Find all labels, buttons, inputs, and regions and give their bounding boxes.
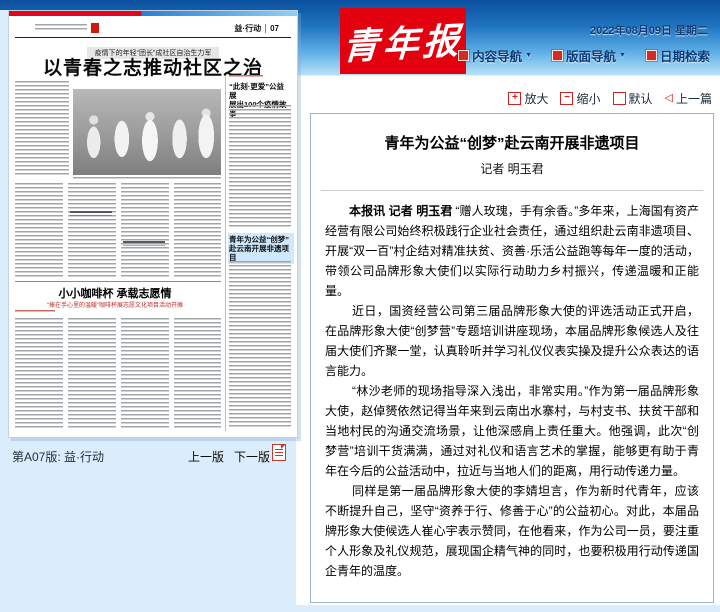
paragraph-text: “赠人玫瑰，手有余香。”多年来，上海国有资产经营有限公司始终积极践行企业社会责任… bbox=[325, 204, 699, 298]
newsprint-lines bbox=[15, 81, 69, 177]
coffee-article-headline: 小小咖啡杯 承载志愿情 bbox=[9, 285, 221, 301]
zoom-in-label: 放大 bbox=[524, 90, 548, 107]
newsprint-lines bbox=[174, 318, 221, 430]
newsprint-lines bbox=[15, 183, 63, 277]
nav-grid-icon bbox=[552, 50, 563, 61]
right-column-tagline bbox=[229, 75, 263, 79]
empty-box-icon bbox=[613, 92, 626, 105]
newsprint-lines bbox=[121, 318, 169, 430]
newsprint-lines bbox=[229, 105, 291, 229]
triangle-left-icon: ◁ bbox=[665, 93, 673, 104]
nav-item-date-search[interactable]: 日期检索 bbox=[646, 46, 710, 65]
newspaper-page-thumbnail[interactable]: 益·行动 07 疫情下的年轻“团长”成社区自治生力军 以青春之志推动社区之治 小… bbox=[8, 10, 298, 438]
digital-newspaper-page: 青年报 2022年08月09日 星期二 内容导航 ▼ 版面导航 ▼ 日期检索 + bbox=[0, 0, 720, 612]
newsprint-subhead bbox=[123, 241, 165, 246]
masthead-smallprint bbox=[35, 24, 87, 32]
article-byline: 记者 明玉君 bbox=[311, 160, 713, 177]
next-page-link[interactable]: 下一版 bbox=[234, 448, 270, 465]
article-paragraph: “林沙老师的现场指导深入浅出，非常实用。”作为第一届品牌形象大使，赵倬赟依然记得… bbox=[325, 381, 699, 481]
paper-logo[interactable]: 青年报 bbox=[340, 8, 466, 74]
nav-book-icon bbox=[458, 50, 469, 61]
masthead-red-seal-icon bbox=[91, 23, 99, 33]
default-size-button[interactable]: 默认 bbox=[613, 90, 653, 107]
zoom-in-button[interactable]: + 放大 bbox=[508, 90, 548, 107]
photo-caption-lines bbox=[73, 177, 221, 181]
page-number: 07 bbox=[270, 24, 279, 33]
zoom-out-label: 缩小 bbox=[576, 90, 600, 107]
previous-article-label: 上一篇 bbox=[676, 90, 712, 107]
minus-box-icon: − bbox=[560, 92, 573, 105]
nav-item-label: 日期检索 bbox=[660, 46, 710, 65]
article-region: + 放大 − 缩小 默认 ◁ 上一篇 青年为公益“创梦”赴云南开展非遗项目 记者… bbox=[296, 75, 720, 605]
edition-label: 第A07版: 益·行动 bbox=[12, 448, 104, 465]
coffee-article-subhead: “捧在手心里的温暖”咖啡杯展志愿文化项目活动开摊 bbox=[9, 300, 221, 309]
paragraph-text: 近日，国资经营公司第三届品牌形象大使的评选活动正式开启，在品牌形象大使“创梦营”… bbox=[325, 304, 699, 378]
masthead-rule bbox=[15, 37, 291, 38]
chevron-down-icon: ▼ bbox=[525, 52, 532, 59]
paper-logo-text: 青年报 bbox=[342, 12, 465, 70]
issue-date: 2022年08月09日 星期二 bbox=[590, 22, 708, 38]
nav-item-content-guide[interactable]: 内容导航 ▼ bbox=[458, 46, 532, 65]
section-label: 益·行动 bbox=[234, 23, 261, 34]
nav-calendar-icon bbox=[646, 50, 657, 61]
article-body: 本报讯 记者 明玉君“赠人玫瑰，手有余香。”多年来，上海国有资产经营有限公司始终… bbox=[311, 191, 713, 581]
article-paragraph: 近日，国资经营公司第三届品牌形象大使的评选活动正式开启，在品牌形象大使“创梦营”… bbox=[325, 301, 699, 381]
paragraph-text: 同样是第一届品牌形象大使的李婧坦言，作为新时代青年，应该不断提升自己，坚守“资养… bbox=[325, 484, 699, 578]
newsprint-lines bbox=[121, 183, 169, 277]
plus-box-icon: + bbox=[508, 92, 521, 105]
newsprint-lines bbox=[229, 261, 291, 429]
newsprint-lines bbox=[68, 183, 116, 277]
page-navigation: 上一版 下一版 bbox=[188, 448, 270, 465]
newsprint-subhead bbox=[70, 211, 112, 216]
page-thumbnail-column: 益·行动 07 疫情下的年轻“团长”成社区自治生力军 以青春之志推动社区之治 小… bbox=[0, 10, 296, 612]
previous-article-button[interactable]: ◁ 上一篇 bbox=[665, 90, 712, 107]
section-divider bbox=[265, 24, 266, 33]
nav-item-label: 内容导航 bbox=[472, 46, 522, 65]
article-toolbar: + 放大 − 缩小 默认 ◁ 上一篇 bbox=[508, 90, 712, 107]
article-paragraph: 本报讯 记者 明玉君“赠人玫瑰，手有余香。”多年来，上海国有资产经营有限公司始终… bbox=[325, 201, 699, 301]
previous-page-link[interactable]: 上一版 bbox=[188, 448, 224, 465]
zoom-out-button[interactable]: − 缩小 bbox=[560, 90, 600, 107]
article-panel: 青年为公益“创梦”赴云南开展非遗项目 记者 明玉君 本报讯 记者 明玉君“赠人玫… bbox=[310, 113, 714, 603]
paragraph-text: “林沙老师的现场指导深入浅出，非常实用。”作为第一届品牌形象大使，赵倬赟依然记得… bbox=[325, 384, 699, 478]
banner-nav: 内容导航 ▼ 版面导航 ▼ 日期检索 bbox=[458, 46, 710, 65]
page-section-header: 益·行动 07 bbox=[234, 23, 279, 34]
newsprint-lines bbox=[15, 318, 63, 430]
nav-item-label: 版面导航 bbox=[566, 46, 616, 65]
column-rule bbox=[225, 77, 226, 431]
article-paragraph: 同样是第一届品牌形象大使的李婧坦言，作为新时代青年，应该不断提升自己，坚守“资养… bbox=[325, 481, 699, 581]
ppe-workers-photo bbox=[73, 89, 221, 175]
current-article-headline-highlighted[interactable]: 青年为公益“创梦” 赴云南开展非遗项目 bbox=[228, 233, 294, 264]
page-top-color-strip bbox=[9, 11, 297, 16]
coffee-byline-lines bbox=[15, 310, 55, 314]
pdf-download-icon[interactable] bbox=[272, 444, 286, 461]
section-rule bbox=[15, 281, 221, 282]
default-size-label: 默认 bbox=[629, 90, 653, 107]
chevron-down-icon: ▼ bbox=[619, 52, 626, 59]
nav-item-layout-guide[interactable]: 版面导航 ▼ bbox=[552, 46, 626, 65]
newsprint-lines bbox=[174, 183, 221, 277]
newsprint-lines bbox=[68, 318, 116, 430]
paragraph-lead: 本报讯 记者 明玉君 bbox=[349, 204, 452, 218]
article-title: 青年为公益“创梦”赴云南开展非遗项目 bbox=[311, 132, 713, 153]
